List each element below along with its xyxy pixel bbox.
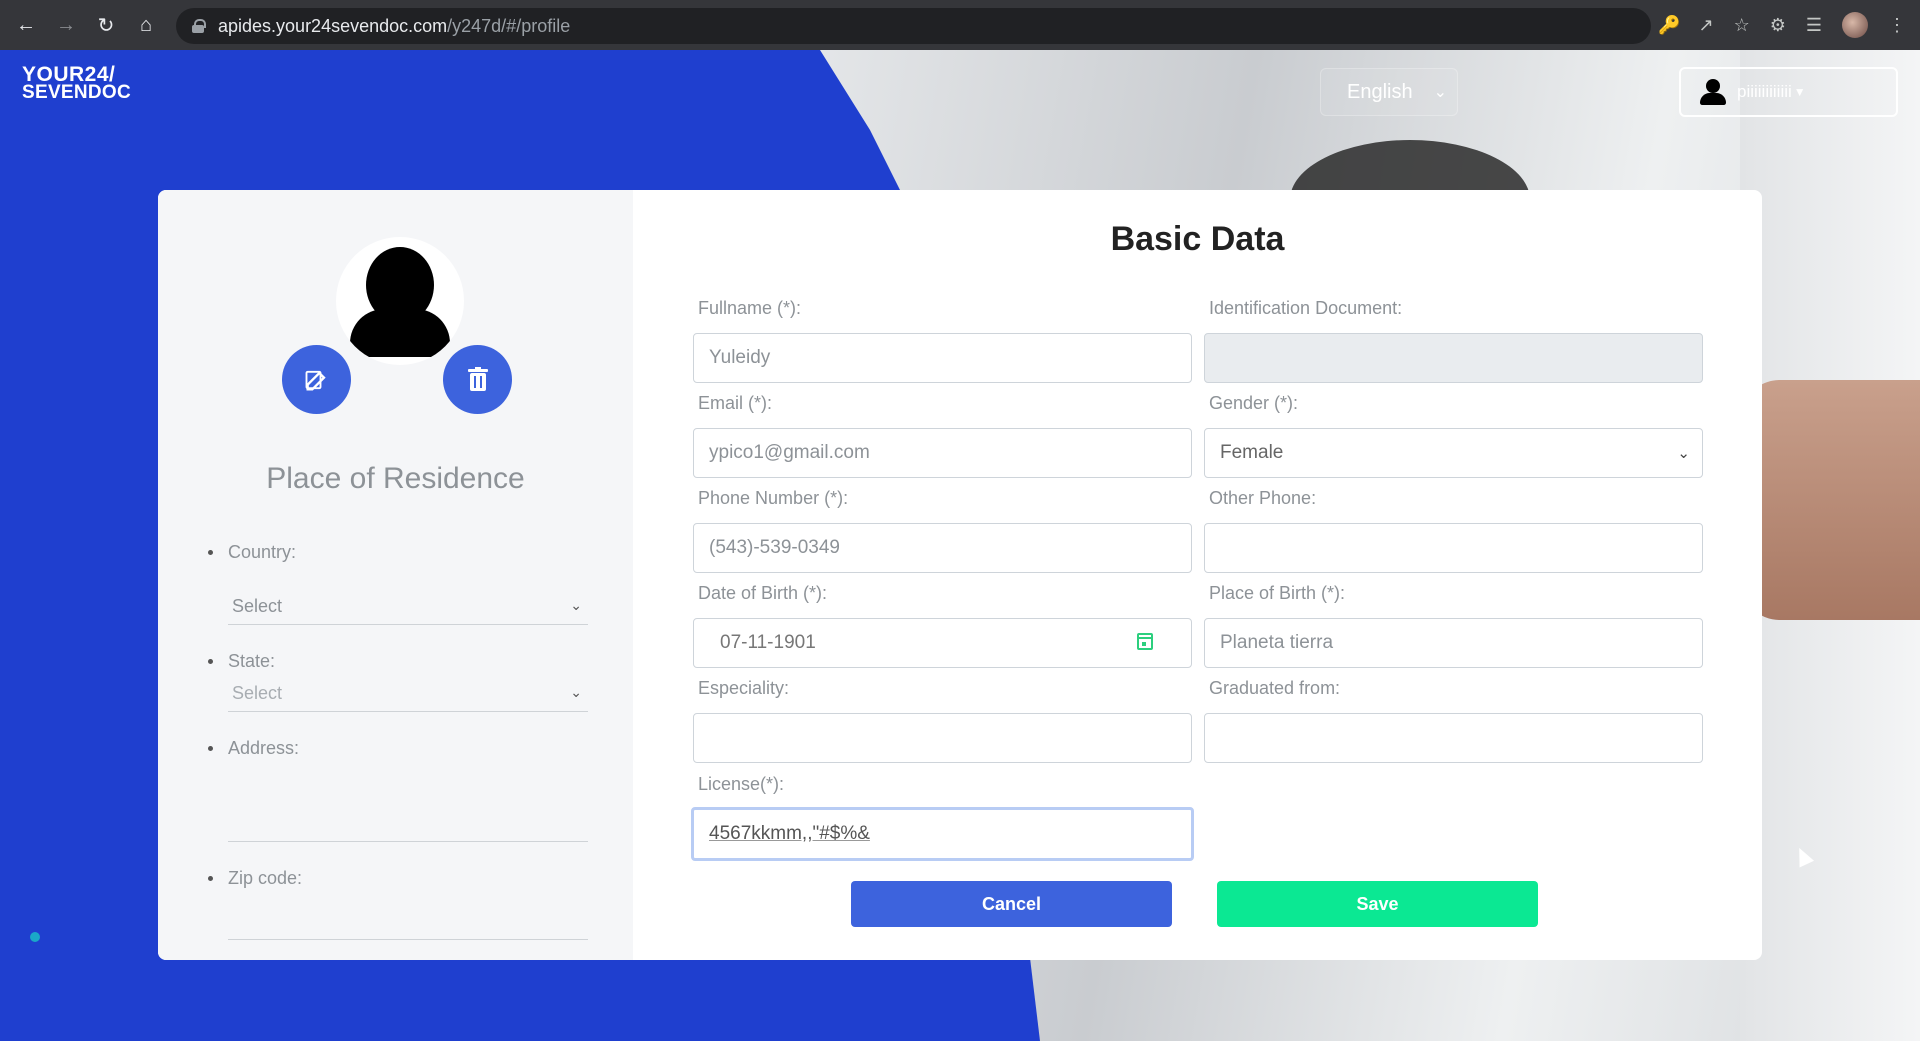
delete-photo-button[interactable] — [443, 345, 512, 414]
save-button[interactable]: Save — [1217, 881, 1538, 927]
username: piiiiiiiiiiii — [1737, 82, 1792, 101]
pob-input[interactable]: Planeta tierra — [1204, 618, 1703, 668]
key-icon[interactable]: 🔑 — [1658, 15, 1680, 36]
dob-input[interactable]: 07-11-1901 — [693, 618, 1192, 668]
edit-photo-button[interactable] — [282, 345, 351, 414]
id-document-label: Identification Document: — [1209, 298, 1403, 318]
share-icon[interactable]: ↗ — [1698, 15, 1713, 36]
language-value: English — [1347, 80, 1413, 103]
zip-input[interactable] — [228, 939, 588, 940]
fullname-label: Fullname (*): — [698, 298, 802, 318]
browser-toolbar: ← → ↻ ⌂ apides.your24sevendoc.com/y247d/… — [0, 0, 1920, 50]
speciality-input[interactable] — [693, 713, 1192, 763]
menu-icon[interactable]: ⋮ — [1888, 15, 1906, 36]
trash-icon — [467, 366, 488, 391]
forward-icon[interactable]: → — [46, 5, 86, 45]
gender-label: Gender (*): — [1209, 393, 1299, 413]
graduated-input[interactable] — [1204, 713, 1703, 763]
back-icon[interactable]: ← — [6, 5, 46, 45]
home-icon[interactable]: ⌂ — [126, 5, 166, 45]
logo[interactable]: YOUR24/ SEVENDOC — [22, 64, 131, 102]
status-dot — [30, 932, 40, 942]
cancel-button[interactable]: Cancel — [851, 881, 1172, 927]
country-select-value: Select — [232, 596, 283, 616]
zip-label: Zip code: — [207, 868, 303, 888]
calendar-icon[interactable] — [1137, 633, 1153, 650]
language-select[interactable]: English ⌄ — [1320, 68, 1458, 116]
reading-list-icon[interactable]: ☰ — [1806, 15, 1822, 36]
extensions-icon[interactable]: ⚙ — [1770, 15, 1786, 36]
state-select-value: Select — [232, 683, 283, 703]
profile-avatar-large — [336, 237, 464, 365]
form-title: Basic Data — [1110, 220, 1285, 258]
reload-icon[interactable]: ↻ — [86, 5, 126, 45]
graduated-label: Graduated from: — [1209, 678, 1341, 698]
chevron-down-icon: ⌄ — [570, 684, 582, 700]
other-phone-label: Other Phone: — [1209, 488, 1317, 508]
lock-icon — [192, 19, 206, 33]
chevron-down-icon: ⌄ — [570, 597, 582, 613]
id-document-input — [1204, 333, 1703, 383]
address-input[interactable] — [228, 841, 588, 842]
state-select[interactable]: Select ⌄ — [228, 676, 588, 712]
state-label: State: — [207, 651, 276, 671]
country-label: Country: — [207, 542, 297, 562]
profile-avatar[interactable] — [1842, 12, 1868, 38]
user-menu[interactable]: piiiiiiiiiiii ▼ — [1679, 67, 1898, 117]
arm-shape — [1740, 380, 1920, 620]
edit-icon — [305, 370, 326, 390]
chevron-down-icon: ⌄ — [1677, 445, 1690, 462]
star-icon[interactable]: ☆ — [1734, 15, 1750, 36]
license-label: License(*): — [698, 774, 785, 794]
address-label: Address: — [207, 738, 300, 758]
email-label: Email (*): — [698, 393, 773, 413]
url-text: apides.your24sevendoc.com/y247d/#/profil… — [218, 15, 571, 36]
license-input[interactable]: 4567kkmm,,"#$%& — [691, 807, 1194, 861]
pob-label: Place of Birth (*): — [1209, 583, 1346, 603]
other-phone-input[interactable] — [1204, 523, 1703, 573]
country-select[interactable]: Select ⌄ — [228, 589, 588, 625]
profile-card: Place of Residence Country: Select ⌄ Sta… — [158, 190, 1762, 960]
email-input[interactable]: ypico1@gmail.com — [693, 428, 1192, 478]
chevron-down-icon: ⌄ — [1433, 84, 1447, 101]
user-icon — [1699, 77, 1727, 107]
phone-label: Phone Number (*): — [698, 488, 849, 508]
address-bar[interactable]: apides.your24sevendoc.com/y247d/#/profil… — [176, 8, 1651, 44]
phone-input[interactable]: (543)-539-0349 — [693, 523, 1192, 573]
residence-title: Place of Residence — [266, 462, 525, 495]
gender-select[interactable]: Female ⌄ — [1204, 428, 1703, 478]
fullname-input[interactable]: Yuleidy — [693, 333, 1192, 383]
dob-label: Date of Birth (*): — [698, 583, 828, 603]
residence-panel: Place of Residence Country: Select ⌄ Sta… — [158, 190, 633, 960]
caret-down-icon: ▼ — [1793, 85, 1806, 99]
speciality-label: Especiality: — [698, 678, 790, 698]
